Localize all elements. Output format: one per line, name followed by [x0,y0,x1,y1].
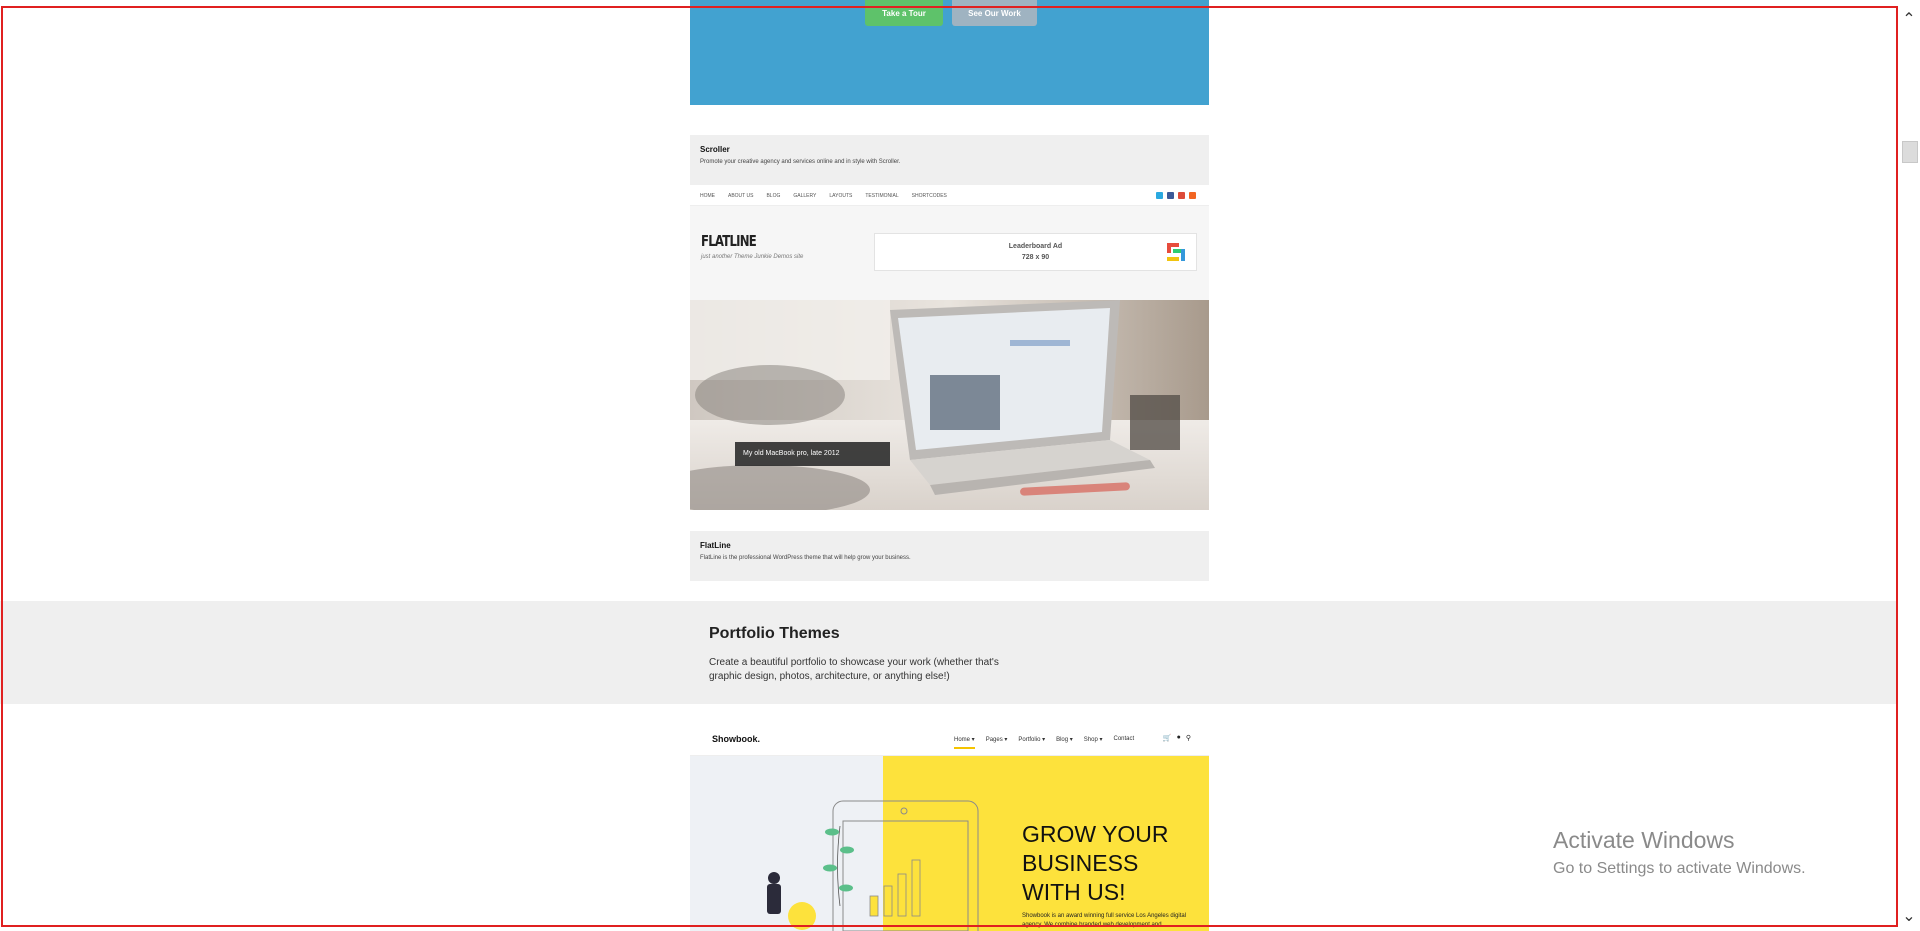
activate-windows-watermark: Activate Windows Go to Settings to activ… [1553,827,1806,878]
scroller-caption[interactable]: Scroller Promote your creative agency an… [690,135,1209,185]
see-our-work-button[interactable]: See Our Work [952,0,1037,26]
rss-icon[interactable] [1189,192,1196,199]
flatline-logo: FLATLINE [701,232,757,250]
hero-banner: Take a Tour See Our Work [690,0,1209,105]
showbook-preview-nav: Showbook. Home ▾ Pages ▾ Portfolio ▾ Blo… [690,724,1209,756]
portfolio-themes-section: Portfolio Themes Create a beautiful port… [0,601,1898,704]
nav-item-home[interactable]: HOME [700,193,715,199]
leaderboard-ad: Leaderboard Ad 728 x 90 [874,233,1197,271]
showbook-hero: GROW YOUR BUSINESS WITH US! Showbook is … [690,756,1209,931]
twitter-icon[interactable] [1156,192,1163,199]
flatline-preview-header: FLATLINE just another Theme Junkie Demos… [690,206,1209,300]
watermark-subtitle: Go to Settings to activate Windows. [1553,860,1806,877]
ad-size: 728 x 90 [1021,254,1050,261]
flatline-hero-image[interactable]: My old MacBook pro, late 2012 [690,300,1209,510]
ad-logo-icon [1167,243,1185,261]
nav-item-testimonial[interactable]: TESTIMONIAL [865,193,898,199]
ad-label: Leaderboard Ad [1008,243,1063,250]
nav-item-about[interactable]: ABOUT US [728,193,753,199]
scroll-thumb[interactable] [1902,141,1918,163]
theme-title[interactable]: Scroller [700,145,1199,154]
section-description: Create a beautiful portfolio to showcase… [709,657,999,682]
theme-title[interactable]: FlatLine [700,541,1199,550]
menu-item-pages[interactable]: Pages ▾ [986,736,1008,743]
menu-item-blog[interactable]: Blog ▾ [1056,736,1073,743]
hero-headline: GROW YOUR BUSINESS WITH US! [1022,821,1169,905]
image-caption: My old MacBook pro, late 2012 [735,442,890,466]
flatline-tagline: just another Theme Junkie Demos site [701,254,804,260]
user-icon[interactable]: ● [1177,734,1181,742]
menu-item-shop[interactable]: Shop ▾ [1084,736,1103,743]
hero-body-text: Showbook is an award winning full servic… [1022,913,1187,928]
search-icon[interactable]: ⚲ [1186,734,1191,742]
nav-item-blog[interactable]: BLOG [766,193,780,199]
menu-item-contact[interactable]: Contact [1113,736,1134,743]
nav-item-gallery[interactable]: GALLERY [793,193,816,199]
nav-item-shortcodes[interactable]: SHORTCODES [912,193,947,199]
scroll-down-icon[interactable]: ⌄ [1898,905,1920,927]
menu-item-home[interactable]: Home ▾ [954,736,975,749]
theme-description: Promote your creative agency and service… [700,159,901,165]
scroll-up-icon[interactable]: ⌃ [1898,8,1920,30]
theme-description: FlatLine is the professional WordPress t… [700,555,911,561]
menu-item-portfolio[interactable]: Portfolio ▾ [1018,736,1045,743]
browser-viewport: Take a Tour See Our Work Scroller Promot… [0,0,1898,931]
showbook-logo[interactable]: Showbook. [712,734,760,744]
flatline-caption[interactable]: FlatLine FlatLine is the professional Wo… [690,531,1209,581]
google-plus-icon[interactable] [1178,192,1185,199]
watermark-title: Activate Windows [1553,827,1735,853]
take-a-tour-button[interactable]: Take a Tour [865,0,943,26]
facebook-icon[interactable] [1167,192,1174,199]
vertical-scrollbar[interactable]: ⌃ ⌄ [1898,0,1920,931]
flatline-preview-nav: HOME ABOUT US BLOG GALLERY LAYOUTS TESTI… [690,186,1209,206]
section-title: Portfolio Themes [709,625,840,642]
laptop-photo [690,300,1209,510]
cart-icon[interactable]: 🛒 [1163,734,1172,742]
nav-item-layouts[interactable]: LAYOUTS [829,193,852,199]
